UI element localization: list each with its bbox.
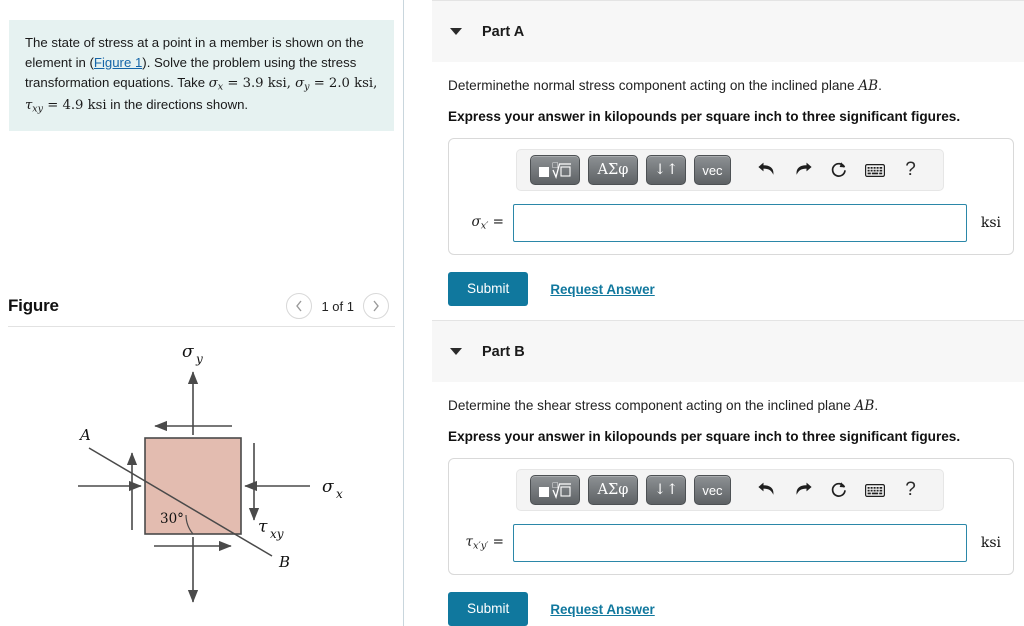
reset-icon[interactable] — [825, 156, 853, 184]
part-a-answer-input[interactable] — [513, 204, 967, 242]
point-a-label: A — [78, 426, 91, 444]
part-b-answer-box: □ ΑΣφ ↓↑ vec ? τx′y′ = ksi — [448, 458, 1014, 575]
problem-text-3: in the directions shown. — [106, 97, 249, 113]
greek-symbols-button[interactable]: ΑΣφ — [588, 475, 638, 505]
part-b-instruction: Express your answer in kilopounds per sq… — [448, 429, 961, 444]
part-b-answer-eq: = — [488, 534, 504, 551]
figure-header: Figure 1 of 1 — [0, 286, 403, 326]
figure-1-link[interactable]: Figure 1 — [94, 55, 142, 70]
part-b-body: Determine the shear stress component act… — [448, 398, 1014, 626]
math-template-button[interactable]: □ — [530, 155, 580, 185]
part-a-label: Part A — [482, 23, 525, 40]
part-b-label: Part B — [482, 343, 525, 360]
part-a-prompt-math: AB — [858, 78, 879, 94]
part-a-toolbar: □ ΑΣφ ↓↑ vec ? — [516, 149, 944, 191]
stress-diagram-svg: σ y σ x τ xy A B 30° — [78, 342, 343, 603]
figure-nav: 1 of 1 — [286, 293, 389, 319]
figure-divider — [8, 326, 395, 327]
updown-arrows-button[interactable]: ↓↑ — [646, 475, 687, 505]
reset-icon[interactable] — [825, 476, 853, 504]
help-icon[interactable]: ? — [897, 476, 925, 504]
part-b-answer-symbol: τ — [465, 534, 473, 551]
part-b-prompt-math: AB — [854, 398, 875, 414]
part-a-prompt-text: Determinethe normal stress component act… — [448, 78, 859, 93]
part-b-actions: Submit Request Answer — [448, 592, 1014, 626]
figure-title: Figure — [8, 296, 59, 315]
vector-button[interactable]: vec — [694, 475, 731, 505]
tau-xy-sub-label: xy — [270, 527, 284, 541]
part-a-answer-eq: = — [488, 214, 504, 231]
sigma-y-sub-label: y — [195, 352, 203, 366]
part-b-prompt: Determine the shear stress component act… — [448, 398, 1014, 414]
chevron-left-icon[interactable] — [286, 293, 313, 319]
keyboard-icon[interactable] — [861, 476, 889, 504]
stress-element-figure: σ y σ x τ xy A B 30° — [0, 330, 404, 626]
sigma-x-sub-label: x — [336, 487, 343, 501]
part-a-answer-box: □ ΑΣφ ↓↑ vec ? σx′ = ksi — [448, 138, 1014, 255]
tau-xy-subscript: xy — [32, 103, 44, 115]
chevron-right-icon[interactable] — [363, 293, 389, 319]
part-a-prompt-tail: . — [878, 78, 882, 93]
vector-button[interactable]: vec — [694, 155, 731, 185]
sigma-y-value: = 2.0 ksi, — [309, 76, 378, 92]
updown-arrows-button[interactable]: ↓↑ — [646, 155, 687, 185]
part-a-body: Determinethe normal stress component act… — [448, 78, 1014, 306]
problem-page: The state of stress at a point in a memb… — [0, 0, 1024, 626]
part-a-answer-label: σx′ = — [461, 214, 513, 232]
part-b-request-answer-link[interactable]: Request Answer — [550, 602, 654, 617]
part-a-unit: ksi — [980, 215, 1001, 231]
part-a-request-answer-link[interactable]: Request Answer — [550, 282, 654, 297]
sigma-y-symbol: σ — [295, 76, 305, 92]
right-panel: Part A Determinethe normal stress compon… — [404, 0, 1024, 626]
sigma-y-label: σ — [182, 342, 194, 362]
tau-xy-value: = 4.9 ksi — [43, 98, 107, 114]
part-a-instruction: Express your answer in kilopounds per sq… — [448, 109, 961, 124]
caret-down-icon[interactable] — [450, 348, 462, 355]
left-panel: The state of stress at a point in a memb… — [0, 0, 404, 626]
part-b-submit-button[interactable]: Submit — [448, 592, 529, 626]
part-b-answer-input[interactable] — [513, 524, 967, 562]
part-b-prompt-tail: . — [874, 398, 879, 413]
part-a-input-row: σx′ = ksi — [461, 204, 1001, 242]
part-b-prompt-text: Determine the shear stress component act… — [448, 398, 855, 413]
math-template-button[interactable]: □ — [530, 475, 580, 505]
part-a-submit-button[interactable]: Submit — [448, 272, 529, 306]
undo-icon[interactable] — [753, 476, 781, 504]
svg-text:□: □ — [552, 481, 559, 489]
caret-down-icon[interactable] — [450, 28, 462, 35]
part-b-unit: ksi — [980, 535, 1001, 551]
part-a-prompt: Determinethe normal stress component act… — [448, 78, 1014, 94]
part-b-header[interactable]: Part B — [432, 320, 1024, 382]
part-a-header[interactable]: Part A — [432, 0, 1024, 62]
part-b-input-row: τx′y′ = ksi — [461, 524, 1001, 562]
sigma-x-symbol: σ — [208, 76, 218, 92]
part-a-answer-symbol: σ — [471, 214, 481, 231]
keyboard-icon[interactable] — [861, 156, 889, 184]
angle-label: 30° — [160, 511, 184, 527]
figure-counter: 1 of 1 — [321, 298, 354, 314]
undo-icon[interactable] — [753, 156, 781, 184]
sigma-x-label: σ — [322, 477, 334, 497]
help-icon[interactable]: ? — [897, 156, 925, 184]
svg-text:□: □ — [552, 161, 559, 169]
part-a-actions: Submit Request Answer — [448, 272, 1014, 306]
part-b-answer-label: τx′y′ = — [461, 534, 513, 552]
point-b-label: B — [278, 553, 290, 571]
redo-icon[interactable] — [789, 476, 817, 504]
tau-xy-label: τ — [258, 517, 268, 537]
problem-statement: The state of stress at a point in a memb… — [9, 20, 394, 132]
greek-symbols-button[interactable]: ΑΣφ — [588, 155, 638, 185]
part-b-toolbar: □ ΑΣφ ↓↑ vec ? — [516, 469, 944, 511]
redo-icon[interactable] — [789, 156, 817, 184]
part-b-answer-sub: x′y′ — [473, 540, 489, 552]
sigma-x-value: = 3.9 ksi, — [223, 76, 296, 92]
